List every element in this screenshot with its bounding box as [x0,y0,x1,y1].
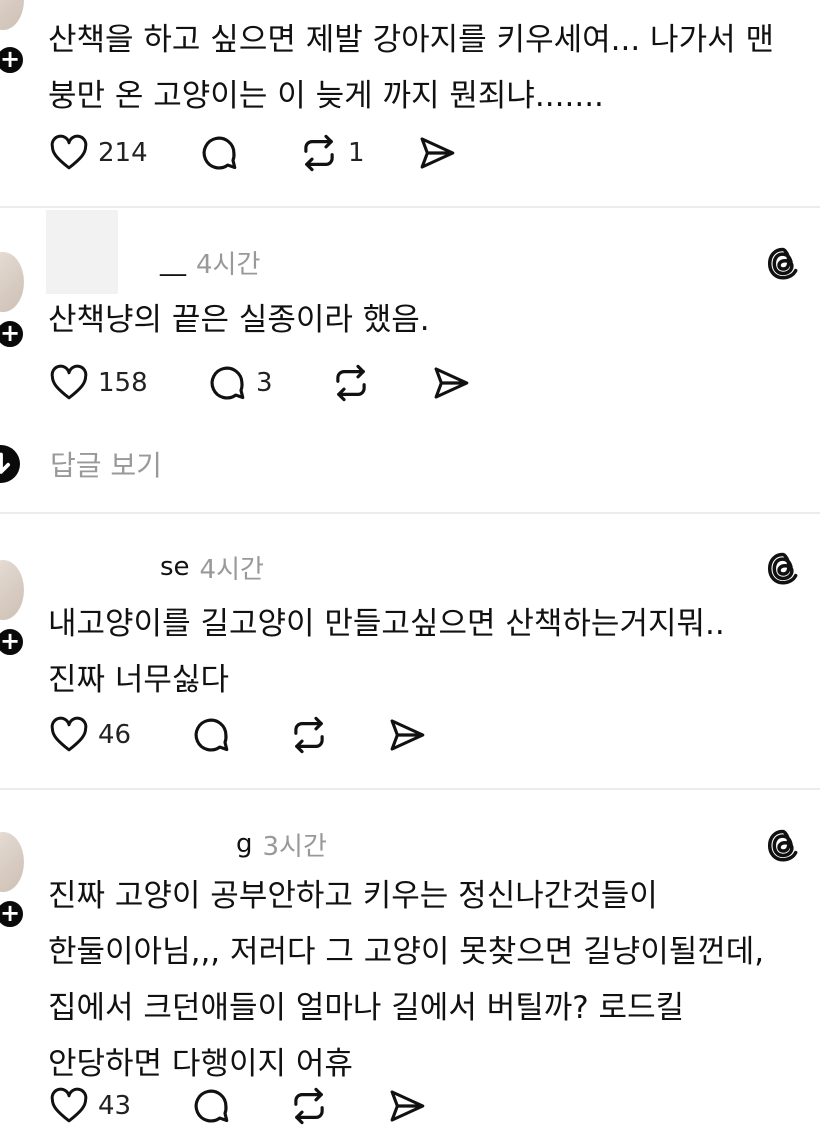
avatar[interactable] [0,252,24,312]
share-button[interactable] [386,714,428,756]
repost-button[interactable] [330,362,430,404]
repost-button[interactable]: 1 [298,132,416,174]
comment-icon [194,1089,229,1123]
post-header: se 4시간 [160,547,264,587]
share-button[interactable] [386,1085,428,1127]
reply-button[interactable] [190,714,288,756]
post-text: 내고양이를 길고양이 만들고싶으면 산책하는거지뭐.. 진짜 너무싫다 [48,606,725,698]
follow-plus-icon[interactable]: + [0,898,26,930]
timestamp: 4시간 [196,249,261,280]
action-bar: 158 3 [48,361,472,405]
post-text: 산책을 하고 싶으면 제발 강아지를 키우세여... 나가서 맨 붕만 온 고양… [48,22,774,114]
reply-button[interactable] [198,132,298,174]
action-bar: 214 1 [48,131,458,175]
redacted-area [46,210,118,294]
reply-button[interactable]: 3 [206,362,330,404]
username[interactable]: __ [160,247,186,277]
action-bar: 46 [48,713,428,757]
heart-icon [50,134,88,170]
username[interactable]: se [160,552,190,582]
action-bar: 43 [48,1084,428,1128]
follow-plus-icon[interactable]: + [0,626,26,658]
repost-icon [336,364,366,402]
like-button[interactable]: 158 [48,362,206,404]
like-count: 46 [98,720,132,750]
post-3: + g 3시간 진짜 고양이 공부안하고 키우는 정신나간것들이 한둘이아님,,… [0,790,820,1145]
threads-icon[interactable] [764,826,802,864]
post-text: 산책냥의 끝은 실종이라 했음. [48,302,430,338]
reply-count: 3 [256,368,273,398]
avatar[interactable] [0,832,24,892]
like-button[interactable]: 214 [48,132,198,174]
like-count: 214 [98,138,148,168]
timestamp: 4시간 [199,554,264,585]
comment-icon [210,366,245,400]
share-button[interactable] [430,362,472,404]
like-button[interactable]: 46 [48,714,190,756]
view-replies-label[interactable]: 답글 보기 [50,444,162,484]
follow-plus-icon[interactable]: + [0,318,26,350]
like-count: 158 [98,368,148,398]
repost-count: 1 [348,138,365,168]
reply-button[interactable] [190,1085,288,1127]
post-header: __ 4시간 [160,242,260,282]
like-button[interactable]: 43 [48,1085,190,1127]
share-icon [390,719,425,751]
avatar[interactable] [0,560,24,620]
comment-icon [202,136,237,170]
post-2: + se 4시간 내고양이를 길고양이 만들고싶으면 산책하는거지뭐.. 진짜 … [0,514,820,790]
post-header: g 3시간 [236,824,327,864]
post-text: 진짜 고양이 공부안하고 키우는 정신나간것들이 한둘이아님,,, 저러다 그 … [48,878,765,1082]
post-1: + __ 4시간 산책냥의 끝은 실종이라 했음. 158 3 답글 보기 [0,208,820,508]
heart-icon [50,364,88,400]
avatar[interactable] [0,0,24,30]
username[interactable]: g [236,829,253,859]
threads-icon[interactable] [764,549,802,587]
arrow-down-icon [0,445,20,483]
share-icon [390,1090,425,1122]
heart-icon [50,1087,88,1123]
repost-icon [294,1087,324,1125]
share-button[interactable] [416,132,458,174]
comment-icon [194,718,229,752]
repost-button[interactable] [288,1085,386,1127]
repost-icon [304,134,334,172]
follow-plus-icon[interactable]: + [0,44,26,76]
timestamp: 3시간 [262,831,327,862]
repost-button[interactable] [288,714,386,756]
threads-icon[interactable] [764,244,802,282]
repost-icon [294,716,324,754]
share-icon [434,367,469,399]
heart-icon [50,716,88,752]
post-0: + 산책을 하고 싶으면 제발 강아지를 키우세여... 나가서 맨 붕만 온 … [0,0,820,205]
like-count: 43 [98,1091,132,1121]
share-icon [420,137,455,169]
